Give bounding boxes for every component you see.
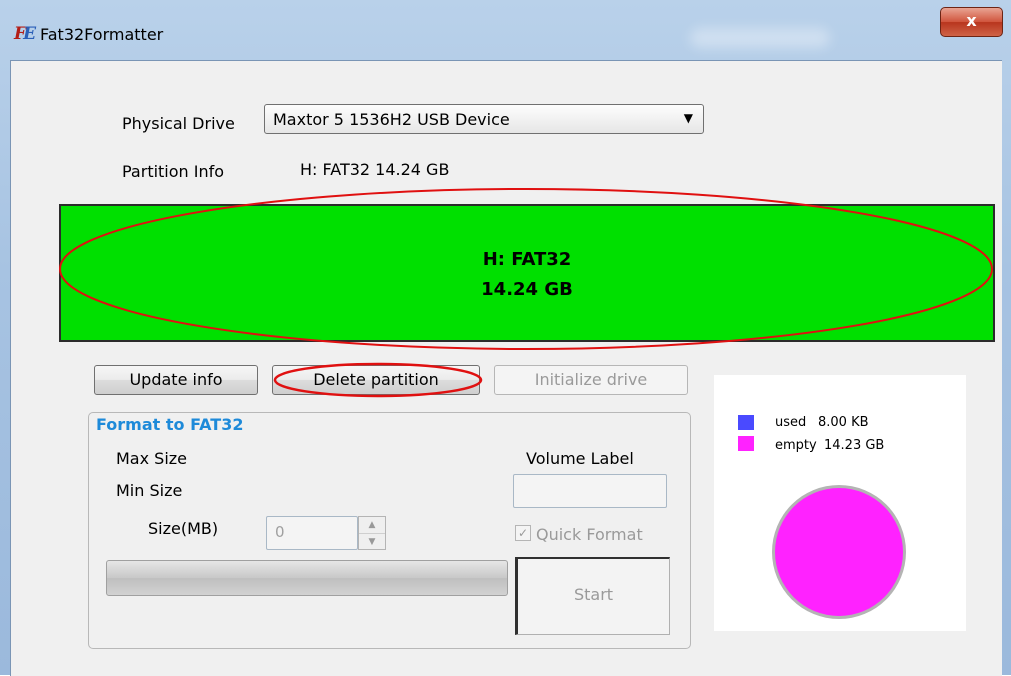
quick-format-label: Quick Format (536, 525, 643, 544)
close-icon: x (966, 11, 976, 30)
spin-down-icon[interactable]: ▼ (359, 534, 385, 550)
title-bar[interactable]: FE Fat32Formatter x (0, 0, 1011, 60)
size-mb-label: Size(MB) (148, 519, 218, 538)
format-group-title: Format to FAT32 (96, 415, 246, 434)
partition-info-value: H: FAT32 14.24 GB (300, 160, 449, 179)
quick-format-checkbox[interactable]: ✓ (515, 525, 531, 541)
spin-up-icon[interactable]: ▲ (359, 517, 385, 534)
physical-drive-dropdown[interactable]: Maxtor 5 1536H2 USB Device ▼ (264, 104, 704, 134)
size-mb-stepper[interactable]: ▲ ▼ (358, 516, 386, 550)
volume-label-label: Volume Label (526, 449, 634, 468)
usage-pie-panel: used 8.00 KB empty 14.23 GB (714, 375, 966, 631)
size-mb-value: 0 (275, 523, 285, 541)
max-size-label: Max Size (116, 449, 187, 468)
start-button[interactable]: Start (515, 557, 670, 635)
partition-info-label: Partition Info (122, 162, 224, 181)
physical-drive-selected-value: Maxtor 5 1536H2 USB Device (273, 110, 510, 129)
physical-drive-label: Physical Drive (122, 114, 235, 133)
title-glow-decoration (690, 28, 830, 48)
usage-pie-chart (714, 375, 966, 631)
app-icon: FE (14, 24, 33, 44)
update-info-button[interactable]: Update info (94, 365, 258, 395)
volume-label-input[interactable] (513, 474, 667, 508)
partition-bar-name: H: FAT32 (61, 249, 993, 270)
window-title: Fat32Formatter (40, 25, 163, 44)
chevron-down-icon: ▼ (684, 111, 693, 125)
pie-slice-empty (775, 488, 903, 616)
min-size-label: Min Size (116, 481, 182, 500)
partition-bar[interactable]: H: FAT32 14.24 GB (59, 204, 995, 342)
checkmark-icon: ✓ (518, 526, 528, 540)
initialize-drive-button[interactable]: Initialize drive (494, 365, 688, 395)
close-button[interactable]: x (940, 7, 1003, 37)
size-mb-input[interactable]: 0 (266, 516, 358, 550)
delete-partition-button[interactable]: Delete partition (272, 365, 480, 395)
format-progress-bar (106, 560, 508, 596)
partition-bar-size: 14.24 GB (61, 279, 993, 300)
